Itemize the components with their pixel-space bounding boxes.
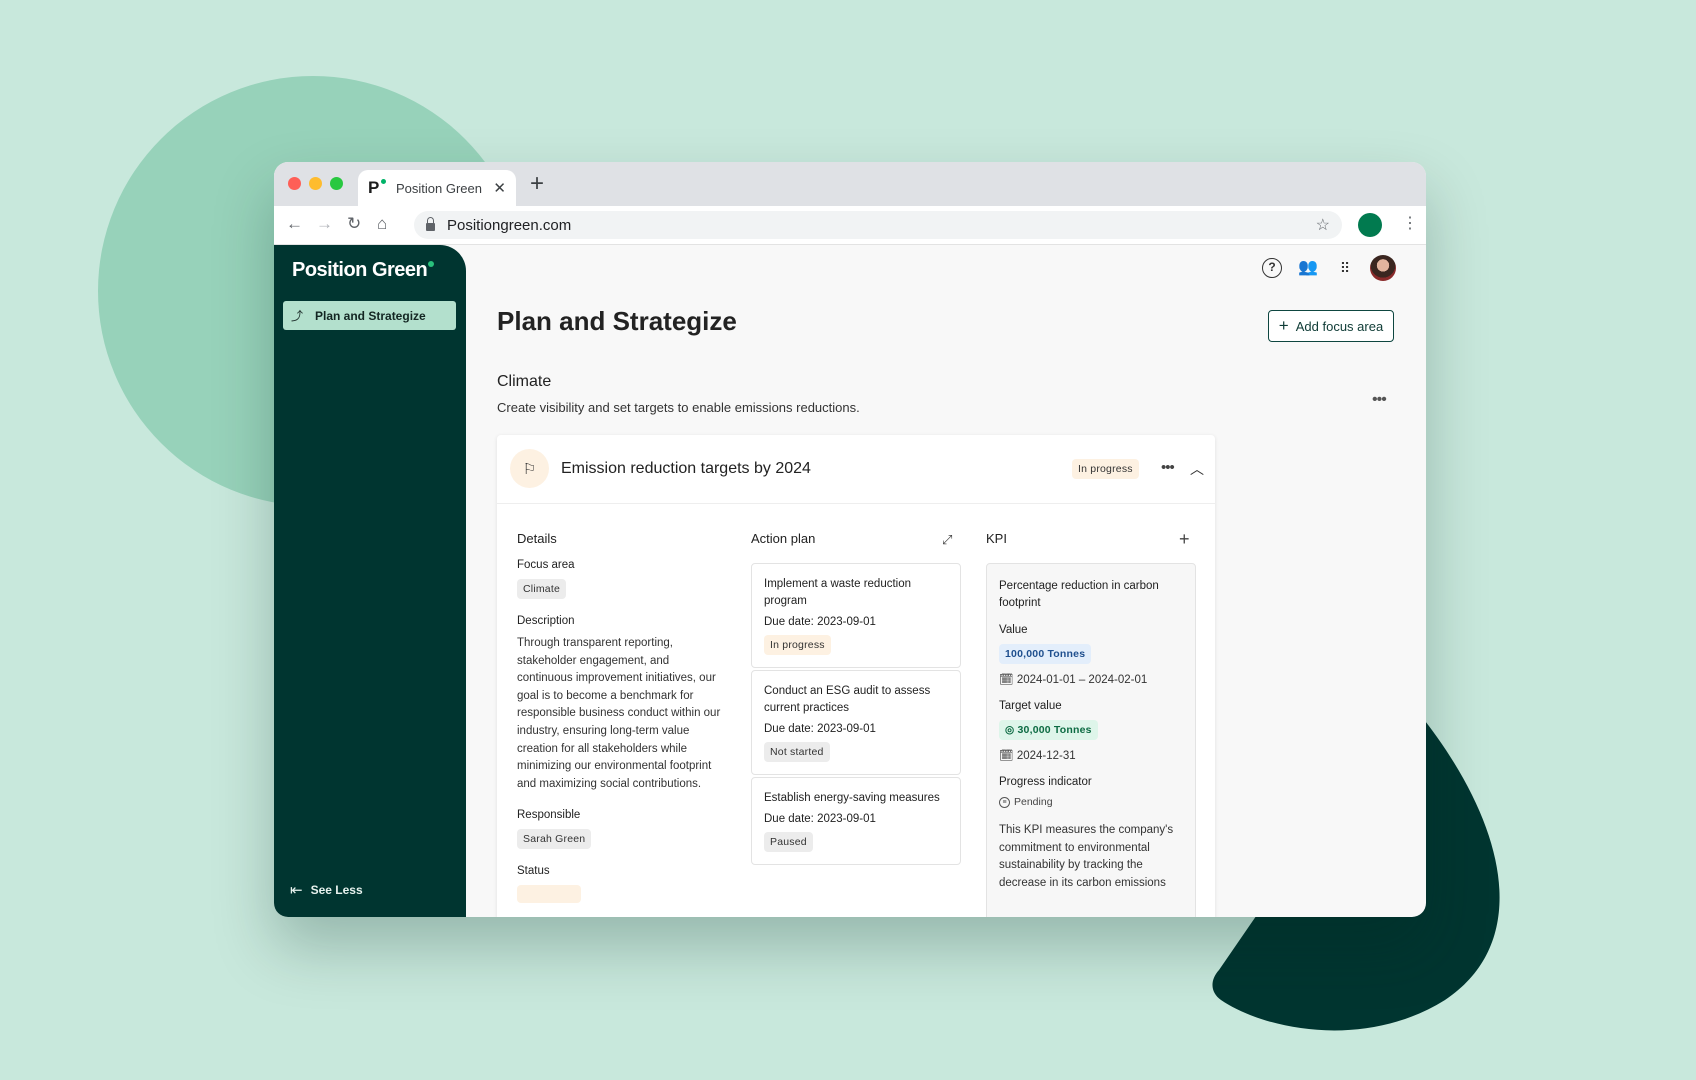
status-badge: In progress xyxy=(764,635,831,655)
action-title: Conduct an ESG audit to assess current p… xyxy=(764,685,931,714)
tab-title: Position Green xyxy=(396,180,482,196)
sidebar-item-label: Plan and Strategize xyxy=(315,308,426,323)
calendar-icon: 🗓 xyxy=(999,750,1014,762)
description-label: Description xyxy=(517,615,575,627)
goal-card-header[interactable]: ⚐ Emission reduction targets by 2024 In … xyxy=(497,435,1215,504)
kebab-icon[interactable]: ⋮ xyxy=(1402,214,1418,234)
responsible-tag: Sarah Green xyxy=(517,829,592,850)
new-tab-button[interactable]: + xyxy=(530,172,544,196)
calendar-icon: 🗓 xyxy=(999,674,1014,686)
see-less-label: See Less xyxy=(310,883,363,897)
user-avatar[interactable] xyxy=(1370,255,1396,281)
action-plan-list: Implement a waste reduction program Due … xyxy=(751,563,961,867)
value-label: Value xyxy=(999,624,1028,636)
chevron-up-icon[interactable]: ︿ xyxy=(1190,459,1204,479)
home-icon[interactable]: ⌂ xyxy=(377,214,387,234)
browser-window: P Position Green ✕ + ← → ↻ ⌂ Positiongre… xyxy=(274,162,1426,917)
see-less-button[interactable]: ⇤ See Less xyxy=(290,881,363,899)
focus-area-label: Focus area xyxy=(517,559,575,571)
goal-card: ⚐ Emission reduction targets by 2024 In … xyxy=(497,435,1215,917)
more-options-icon[interactable]: ••• xyxy=(1161,459,1175,476)
target-label: Target value xyxy=(999,700,1062,712)
presentation-board-icon: ⚐ xyxy=(510,449,549,488)
expand-icon[interactable]: ⤢ xyxy=(942,532,952,548)
status-badge xyxy=(517,885,581,904)
arrow-right-icon[interactable]: → xyxy=(316,214,333,234)
add-kpi-button[interactable]: + xyxy=(1179,529,1190,550)
kpi-heading: KPI xyxy=(986,531,1007,546)
description-text: Through transparent reporting, stakehold… xyxy=(517,637,721,790)
status-label: Status xyxy=(517,865,550,878)
due-date: Due date: 2023-09-01 xyxy=(764,723,876,735)
target-icon: ◎ xyxy=(1005,724,1015,736)
kpi-card[interactable]: Percentage reduction in carbon footprint… xyxy=(986,563,1196,917)
add-focus-area-label: Add focus area xyxy=(1295,318,1384,334)
minimize-window-button[interactable] xyxy=(309,177,322,190)
help-icon[interactable]: ? xyxy=(1262,258,1282,278)
browser-toolbar: ← → ↻ ⌂ Positiongreen.com ☆ ⋮ xyxy=(274,206,1426,245)
action-title: Implement a waste reduction program xyxy=(764,578,912,607)
browser-tab[interactable]: P Position Green ✕ xyxy=(358,170,516,206)
value-period: 🗓 2024-01-01 – 2024-02-01 xyxy=(999,674,1148,686)
apps-grid-icon[interactable]: ⠿ xyxy=(1334,258,1354,278)
star-icon[interactable]: ☆ xyxy=(1316,215,1330,235)
status-badge: Not started xyxy=(764,742,830,762)
kpi-description: This KPI measures the company's commitme… xyxy=(999,824,1174,889)
section-description: Create visibility and set targets to ena… xyxy=(497,400,860,415)
close-window-button[interactable] xyxy=(288,177,301,190)
add-focus-area-button[interactable]: + Add focus area xyxy=(1268,310,1394,342)
main-content: ? 👥 ⠿ Plan and Strategize + Add focus ar… xyxy=(466,245,1426,917)
action-plan-item[interactable]: Implement a waste reduction program Due … xyxy=(751,563,961,668)
action-plan-item[interactable]: Conduct an ESG audit to assess current p… xyxy=(751,670,961,775)
plus-icon: + xyxy=(1278,316,1289,335)
progress-status: ≡ Pending xyxy=(999,796,1183,808)
sidebar: Position Green ⤴ Plan and Strategize ⇤ S… xyxy=(274,245,466,917)
action-title: Establish energy-saving measures xyxy=(764,792,940,804)
action-plan-item[interactable]: Establish energy-saving measures Due dat… xyxy=(751,777,961,865)
status-badge: Paused xyxy=(764,832,813,852)
strategy-icon: ⤴ xyxy=(291,309,304,323)
goal-title: Emission reduction targets by 2024 xyxy=(561,460,811,477)
progress-label: Progress indicator xyxy=(999,776,1092,788)
reload-icon[interactable]: ↻ xyxy=(347,214,361,234)
browser-profile-button[interactable] xyxy=(1358,213,1382,237)
more-options-icon[interactable]: ••• xyxy=(1372,391,1387,409)
focus-area-tag: Climate xyxy=(517,579,566,599)
target-badge: ◎ 30,000 Tonnes xyxy=(999,720,1098,740)
section-title: Climate xyxy=(497,373,552,390)
sidebar-item-plan-and-strategize[interactable]: ⤴ Plan and Strategize xyxy=(283,301,456,330)
due-date: Due date: 2023-09-01 xyxy=(764,616,876,628)
target-date: 🗓 2024-12-31 xyxy=(999,750,1076,762)
status-badge: In progress xyxy=(1072,459,1139,479)
url-text[interactable]: Positiongreen.com xyxy=(447,217,1316,234)
collapse-left-icon: ⇤ xyxy=(290,882,303,899)
responsible-label: Responsible xyxy=(517,809,581,822)
due-date: Due date: 2023-09-01 xyxy=(764,813,876,825)
action-plan-heading: Action plan xyxy=(751,531,816,546)
tab-bar: P Position Green ✕ + xyxy=(274,162,1426,206)
header-actions: ? 👥 ⠿ xyxy=(1262,255,1396,281)
brand-logo: Position Green xyxy=(292,259,435,282)
page-title: Plan and Strategize xyxy=(497,306,737,336)
details-heading: Details xyxy=(517,531,557,546)
lock-icon xyxy=(426,216,435,231)
details-column: Focus area Climate Description Through t… xyxy=(517,559,727,917)
address-bar[interactable]: Positiongreen.com ☆ xyxy=(414,211,1342,239)
value-badge: 100,000 Tonnes xyxy=(999,644,1092,664)
pending-icon: ≡ xyxy=(999,796,1010,808)
maximize-window-button[interactable] xyxy=(330,177,343,190)
arrow-left-icon[interactable]: ← xyxy=(286,214,303,234)
kpi-name: Percentage reduction in carbon footprint xyxy=(999,580,1159,609)
close-icon[interactable]: ✕ xyxy=(493,179,506,197)
favicon-icon: P xyxy=(368,178,390,198)
people-icon[interactable]: 👥 xyxy=(1298,258,1318,278)
